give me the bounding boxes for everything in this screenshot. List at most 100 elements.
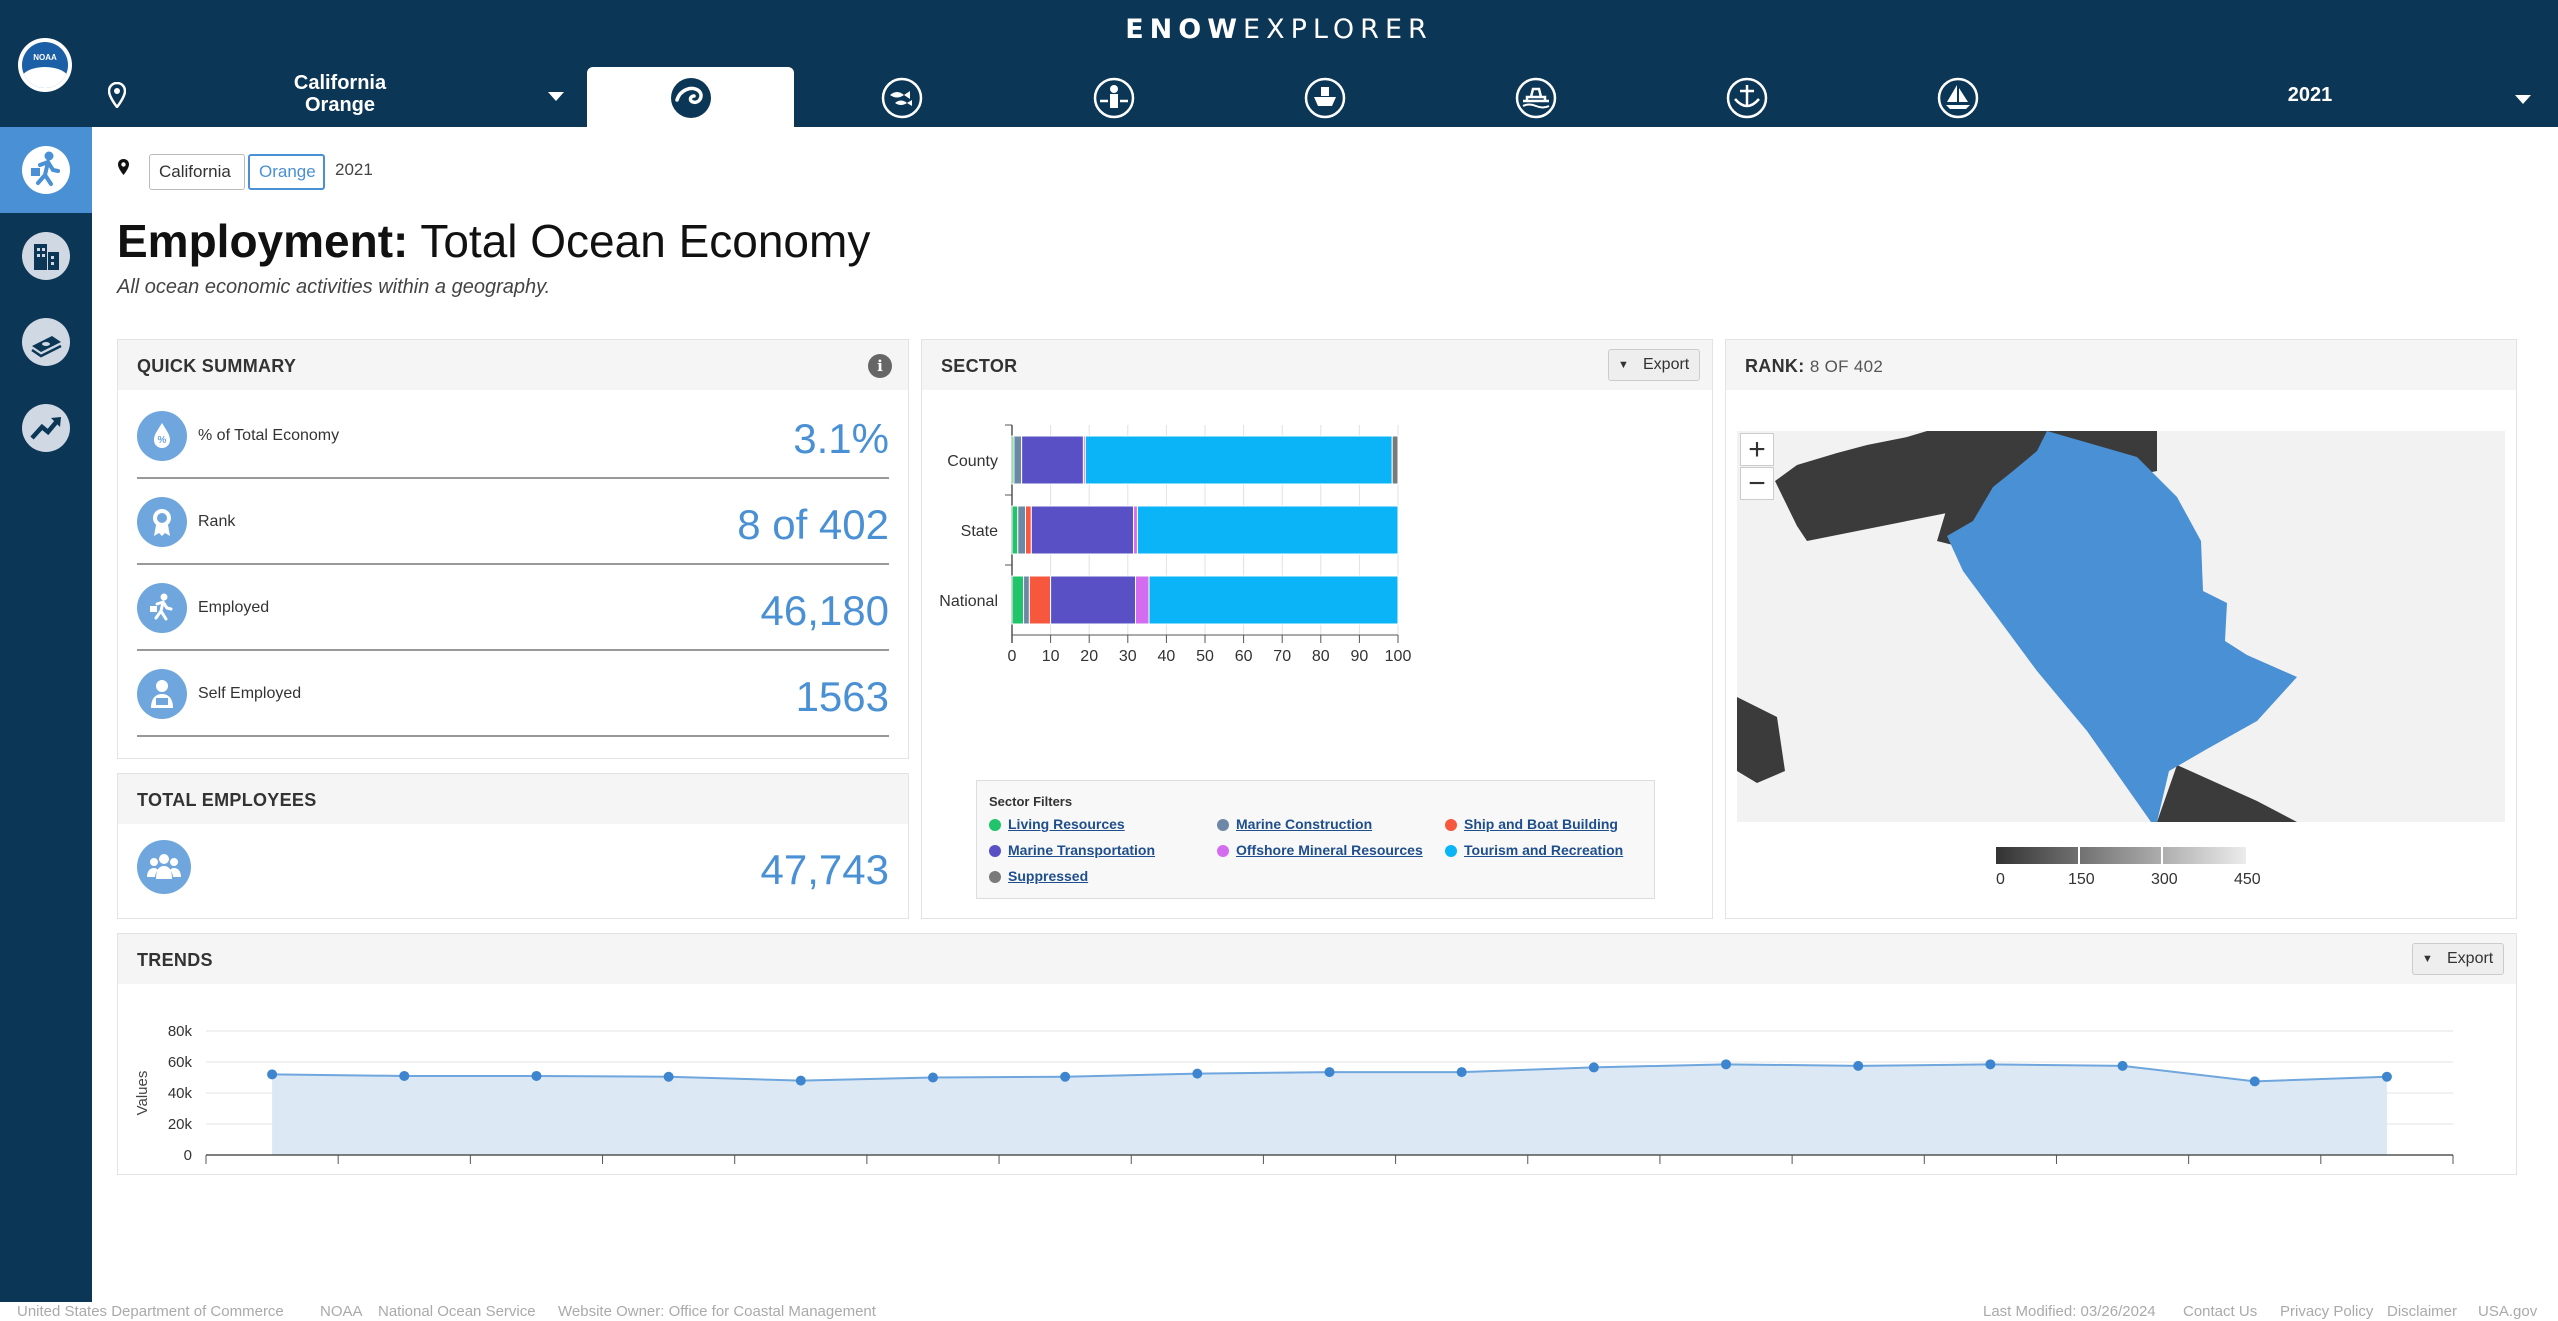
data-point — [1853, 1060, 1864, 1071]
orange-county-shape[interactable] — [1947, 431, 2297, 822]
tab-ship-building[interactable] — [1643, 67, 1850, 127]
offshore-rig-icon — [1515, 77, 1557, 119]
bar-segment — [1391, 435, 1399, 485]
y-category-label: National — [939, 593, 998, 610]
export-label: Export — [2447, 950, 2494, 967]
summary-value: 8 of 402 — [737, 501, 889, 548]
ocean-drop-icon: % — [137, 411, 187, 461]
sidebar-item-employment[interactable] — [0, 127, 92, 213]
sidebar-item-establishments[interactable] — [0, 213, 92, 299]
sidebar-item-gdp[interactable] — [0, 385, 92, 471]
footer-link-usagov[interactable]: USA.gov — [2478, 1303, 2537, 1320]
footer-link-ocm[interactable]: Website Owner: Office for Coastal Manage… — [558, 1303, 876, 1320]
trends-export-button[interactable]: ▼ Export — [2412, 943, 2504, 975]
bar-segment — [1028, 575, 1052, 625]
trends-area-chart: 0 20k 40k 60k 80k Values 2005 2006 2007 2008 2009 2… — [134, 1023, 2454, 1174]
footer-link-privacy[interactable]: Privacy Policy — [2280, 1303, 2373, 1320]
fish-icon — [881, 77, 923, 119]
sector-bar-chart: 0 10 20 30 40 50 60 70 80 90 100 County State Nationa… — [939, 424, 1411, 665]
legend-dot — [1217, 845, 1229, 857]
quick-summary-title: QUICK SUMMARY — [137, 356, 297, 376]
tab-tourism-recreation[interactable] — [1854, 67, 2061, 127]
scale-tick: 300 — [2151, 871, 2178, 888]
location-county: Orange — [304, 94, 376, 116]
legend-item-offshore-minerals[interactable]: Offshore Mineral Resources — [1217, 842, 1423, 858]
legend-item-tourism-recreation[interactable]: Tourism and Recreation — [1445, 842, 1623, 858]
scale-tick: 450 — [2234, 871, 2261, 888]
employment-icon — [22, 146, 70, 194]
trends-title: TRENDS — [137, 950, 213, 970]
trends-panel: TRENDS ▼ Export 0 20k 40k 60k 80k Values 2005 2… — [117, 933, 2517, 1175]
footer-link-noaa[interactable]: NOAA — [320, 1303, 363, 1320]
export-caret-icon: ▼ — [2422, 953, 2433, 965]
breadcrumb-county[interactable]: Orange — [248, 154, 325, 190]
trend-up-icon — [22, 404, 70, 452]
x-tick-label: 2018 — [1973, 1173, 2009, 1174]
map-zoom-in-button[interactable]: + — [1740, 433, 1774, 466]
tab-marine-construction[interactable] — [1010, 67, 1217, 127]
breadcrumb-pin-icon — [118, 159, 129, 175]
x-tick-label: 30 — [1119, 648, 1137, 665]
legend-item-suppressed[interactable]: Suppressed — [989, 868, 1088, 884]
data-point — [399, 1070, 410, 1081]
data-point — [2117, 1060, 2128, 1071]
legend-dot — [989, 845, 1001, 857]
summary-label: Rank — [198, 513, 236, 530]
tab-marine-transportation[interactable] — [1221, 67, 1428, 127]
y-tick-label: 60k — [168, 1054, 193, 1071]
bar-segment — [1136, 505, 1399, 555]
data-point — [267, 1069, 278, 1080]
y-tick-label: 0 — [184, 1147, 192, 1164]
legend-dot — [989, 819, 1001, 831]
money-stack-icon — [22, 318, 70, 366]
data-point — [1324, 1067, 1335, 1078]
data-point — [2249, 1076, 2260, 1087]
scale-tick: 150 — [2068, 871, 2095, 888]
tab-living-resources[interactable] — [798, 67, 1005, 127]
data-point — [1060, 1071, 1071, 1082]
map-color-scale — [1996, 847, 2246, 864]
breadcrumb-state[interactable]: California — [149, 154, 245, 190]
app-title-light: EXPLORER — [1243, 14, 1433, 45]
page-footer: United States Department of Commerce NOA… — [0, 1302, 2558, 1321]
y-category-label: State — [961, 523, 998, 540]
map-zoom-out-button[interactable]: − — [1740, 467, 1774, 500]
rank-title: RANK: 8 OF 402 — [1745, 356, 1883, 377]
info-icon[interactable]: i — [868, 354, 892, 378]
footer-link-nos[interactable]: National Ocean Service — [378, 1303, 536, 1320]
footer-link-contact[interactable]: Contact Us — [2183, 1303, 2257, 1320]
tab-offshore-minerals[interactable] — [1432, 67, 1639, 127]
sector-panel: SECTOR ▼ Export 0 10 20 30 40 50 60 70 80 90 100 Co… — [921, 339, 1713, 919]
year-selector[interactable]: 2021 — [2240, 84, 2380, 107]
sector-export-button[interactable]: ▼ Export — [1608, 349, 1700, 381]
bar-segment — [1023, 575, 1030, 625]
location-selector[interactable]: California Orange — [230, 72, 450, 116]
ocean-economy-icon — [671, 78, 711, 118]
legend-item-marine-transportation[interactable]: Marine Transportation — [989, 842, 1155, 858]
y-axis-label: Values — [134, 1071, 151, 1116]
summary-row-percent: % % of Total Economy 3.1% — [137, 393, 889, 479]
breadcrumb-year: 2021 — [335, 160, 373, 179]
x-tick-label: 0 — [1008, 648, 1017, 665]
county-map[interactable] — [1737, 431, 2505, 822]
data-point — [1985, 1059, 1996, 1070]
year-dropdown-caret-icon[interactable] — [2515, 95, 2531, 104]
legend-item-marine-construction[interactable]: Marine Construction — [1217, 816, 1372, 832]
location-dropdown-caret-icon[interactable] — [548, 92, 564, 101]
legend-item-ship-boat-building[interactable]: Ship and Boat Building — [1445, 816, 1618, 832]
bar-segment — [1148, 575, 1399, 625]
noaa-logo[interactable]: NOAA — [18, 38, 72, 92]
buildings-icon — [22, 232, 70, 280]
footer-link-commerce[interactable]: United States Department of Commerce — [17, 1303, 284, 1320]
bar-segment — [1011, 505, 1019, 555]
page-subtitle: All ocean economic activities within a g… — [117, 276, 551, 298]
summary-row-employed: Employed 46,180 — [137, 565, 889, 651]
footer-link-disclaimer[interactable]: Disclaimer — [2387, 1303, 2457, 1320]
sidebar-item-wages[interactable] — [0, 299, 92, 385]
top-header: ENOWEXPLORER NOAA California Orange 2021 — [0, 0, 2558, 127]
x-tick-label: 60 — [1235, 648, 1253, 665]
tab-ocean-economy[interactable] — [587, 67, 794, 127]
legend-item-living-resources[interactable]: Living Resources — [989, 816, 1125, 832]
export-caret-icon: ▼ — [1618, 359, 1629, 371]
employed-walker-icon — [137, 583, 187, 633]
